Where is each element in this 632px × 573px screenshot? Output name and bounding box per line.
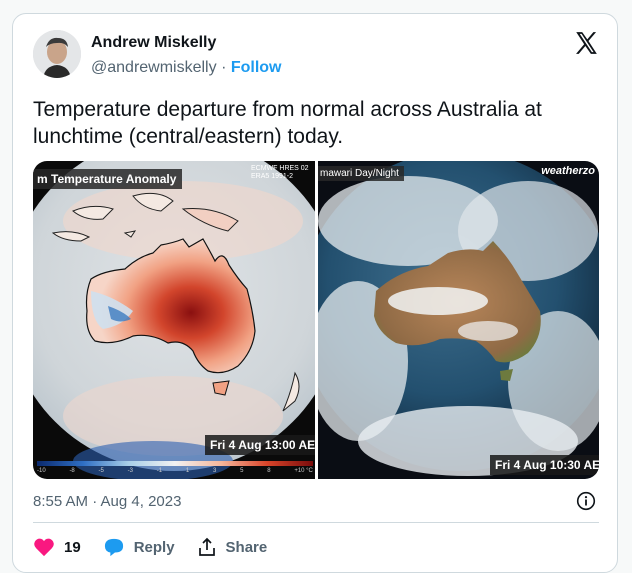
share-button[interactable]: Share [197, 537, 268, 557]
like-button[interactable]: 19 [33, 537, 81, 557]
scale-label: -5 [98, 468, 104, 474]
divider [33, 522, 599, 523]
tweet-timestamp[interactable]: 8:55 AM · Aug 4, 2023 [33, 493, 181, 510]
author-handle[interactable]: @andrewmiskelly [91, 59, 217, 76]
scale-labels: -10 -8 -5 -3 -1 1 3 5 8 +10 °C [37, 468, 313, 474]
info-icon[interactable] [576, 491, 596, 511]
follow-button[interactable]: Follow [231, 59, 282, 76]
scale-label: 8 [267, 468, 271, 474]
like-count: 19 [64, 538, 81, 556]
scale-label: -1 [156, 468, 163, 474]
tweet-card: Andrew Miskelly @andrewmiskelly · Follow… [12, 13, 618, 573]
model-line-2: ERA5 1991-2 [251, 173, 294, 180]
scale-label: 3 [212, 468, 217, 474]
avatar-photo-icon [33, 30, 81, 78]
share-label: Share [225, 538, 268, 556]
separator-dot: · [221, 59, 227, 76]
left-time-badge: Fri 4 Aug 13:00 AES [205, 435, 315, 455]
heart-icon [34, 538, 54, 557]
anomaly-globe-graphic [33, 161, 315, 479]
author-name[interactable]: Andrew Miskelly [91, 34, 216, 52]
satellite-title: mawari Day/Night [318, 166, 404, 181]
right-time-badge: Fri 4 Aug 10:30 AES [490, 455, 599, 475]
temperature-anomaly-image[interactable]: m Temperature Anomaly ECMWF HRES 02 ERA5… [33, 161, 315, 479]
satellite-image[interactable]: mawari Day/Night weatherzo Fri 4 Aug 10:… [318, 161, 599, 479]
model-tag: ECMWF HRES 02 ERA5 1991-2 [251, 165, 309, 181]
satellite-globe-graphic [318, 161, 599, 476]
model-line-1: ECMWF HRES 02 [251, 165, 309, 172]
brand-watermark: weatherzo [541, 165, 595, 177]
reply-icon [104, 538, 123, 557]
scale-label: -10 [37, 468, 46, 474]
scale-label: +10 °C [294, 468, 313, 474]
scale-label: -3 [127, 468, 133, 474]
share-icon [198, 537, 215, 556]
reply-button[interactable]: Reply [103, 537, 175, 557]
media-grid: m Temperature Anomaly ECMWF HRES 02 ERA5… [33, 161, 599, 479]
avatar[interactable] [33, 30, 81, 78]
scale-label: 5 [240, 468, 244, 474]
reply-label: Reply [133, 538, 175, 556]
anomaly-color-scale [37, 461, 313, 466]
scale-label: -8 [69, 468, 75, 474]
tweet-text: Temperature departure from normal across… [33, 98, 542, 148]
action-bar: 19 Reply Share [33, 536, 289, 558]
handle-row: @andrewmiskelly · Follow [91, 59, 282, 77]
map-title: m Temperature Anomaly [33, 169, 183, 189]
scale-label: 1 [185, 468, 190, 474]
x-logo-icon[interactable] [573, 30, 599, 56]
